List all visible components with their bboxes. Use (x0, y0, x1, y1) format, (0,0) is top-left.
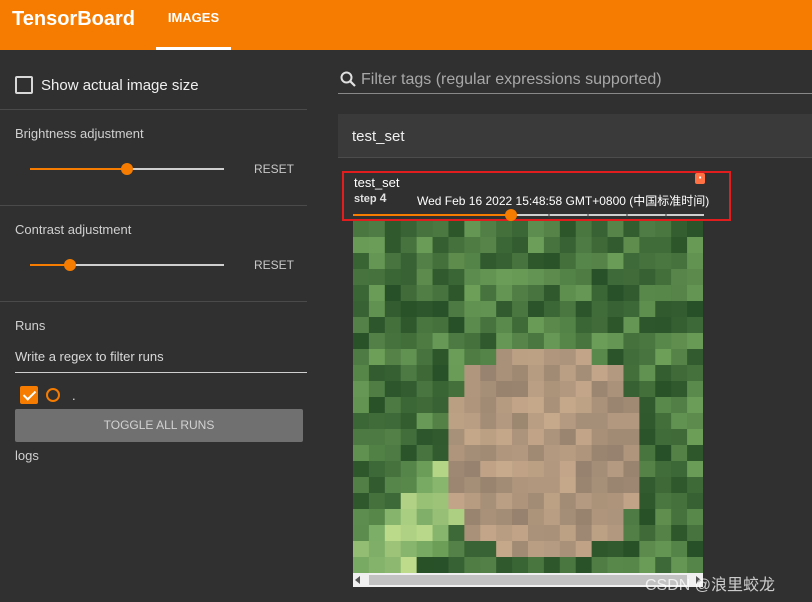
step-value: 4 (379, 191, 387, 205)
contrast-slider-track[interactable] (70, 264, 224, 266)
image-step: step 4 (354, 191, 386, 205)
runs-filter-input[interactable]: Write a regex to filter runs (15, 349, 307, 373)
divider (0, 301, 307, 302)
image-tag-name: test_set (354, 175, 400, 190)
app-logo[interactable]: TensorBoard (12, 8, 135, 31)
brightness-title: Brightness adjustment (15, 126, 144, 141)
tag-filter-input[interactable]: Filter tags (regular expressions support… (361, 71, 662, 89)
show-actual-size-checkbox[interactable] (15, 76, 33, 94)
tab-images[interactable]: IMAGES (156, 0, 231, 50)
tag-filter-bar[interactable]: Filter tags (regular expressions support… (338, 60, 812, 94)
divider (0, 205, 307, 206)
step-slider-thumb (505, 209, 517, 221)
step-label: step (354, 193, 377, 205)
image-pixels (353, 221, 703, 573)
contrast-slider-thumb[interactable] (64, 259, 76, 271)
runs-title: Runs (15, 318, 46, 333)
scroll-thumb[interactable] (369, 575, 687, 585)
tag-group-title: test_set (352, 128, 405, 145)
run-item[interactable]: . (20, 386, 76, 404)
run-color-swatch[interactable] (46, 388, 60, 402)
watermark: CSDN @浪里蛟龙 (645, 577, 776, 594)
image-display (353, 221, 703, 573)
tag-group-header[interactable]: test_set (338, 114, 812, 158)
search-icon (340, 71, 356, 87)
show-actual-size-label: Show actual image size (41, 76, 199, 94)
sidebar: Show actual image size Brightness adjust… (0, 50, 322, 602)
contrast-title: Contrast adjustment (15, 222, 132, 237)
brightness-reset-button[interactable]: RESET (254, 162, 294, 176)
brightness-slider-track[interactable] (127, 168, 224, 170)
contrast-reset-button[interactable]: RESET (254, 258, 294, 272)
logs-dir-label: logs (15, 448, 39, 463)
image-timestamp: Wed Feb 16 2022 15:48:58 GMT+0800 (中国标准时… (417, 194, 710, 208)
brightness-slider-thumb[interactable] (121, 163, 133, 175)
step-slider[interactable] (353, 209, 705, 221)
show-actual-size-toggle[interactable]: Show actual image size (15, 76, 199, 94)
pin-icon[interactable]: ▪ (695, 173, 705, 184)
run-name: . (72, 387, 76, 403)
divider (0, 109, 307, 110)
app-header: TensorBoard IMAGES (0, 0, 812, 50)
brightness-slider-fill (30, 168, 127, 170)
toggle-all-runs-button[interactable]: TOGGLE ALL RUNS (15, 409, 303, 442)
image-card-info: test_set step 4 Wed Feb 16 2022 15:48:58… (342, 171, 731, 221)
run-checkbox[interactable] (20, 386, 38, 404)
scroll-left-arrow-icon[interactable] (355, 576, 360, 584)
